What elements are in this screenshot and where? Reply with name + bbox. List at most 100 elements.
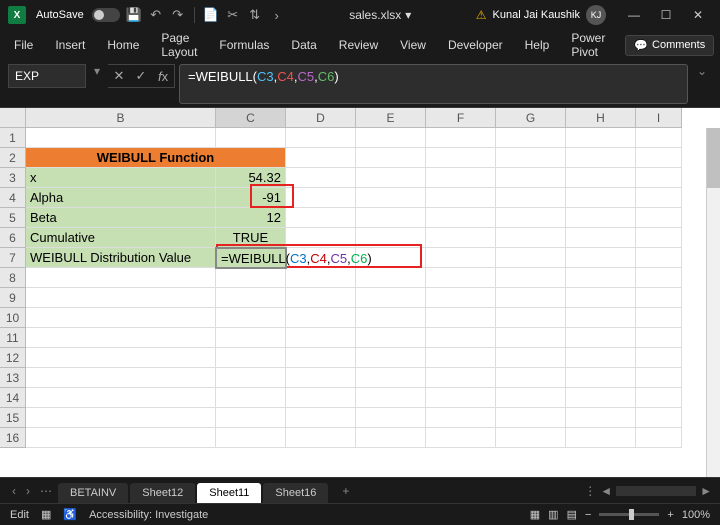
col-header-e[interactable]: E (356, 108, 426, 128)
zoom-slider[interactable] (599, 513, 659, 516)
cell-g8[interactable] (496, 268, 566, 288)
cell-f15[interactable] (426, 408, 496, 428)
cell-h13[interactable] (566, 368, 636, 388)
close-button[interactable]: ✕ (684, 5, 712, 25)
col-header-f[interactable]: F (426, 108, 496, 128)
cell-i2[interactable] (636, 148, 682, 168)
row-header-13[interactable]: 13 (0, 368, 26, 388)
tab-nav-more-icon[interactable]: ⋯ (36, 484, 56, 498)
tab-insert[interactable]: Insert (53, 32, 87, 58)
cell-b16[interactable] (26, 428, 216, 448)
view-page-icon[interactable]: ▤ (567, 508, 577, 521)
row-header-12[interactable]: 12 (0, 348, 26, 368)
cell-f10[interactable] (426, 308, 496, 328)
cell-e8[interactable] (356, 268, 426, 288)
cell-c3[interactable]: 54.32 (216, 168, 286, 188)
cell-i1[interactable] (636, 128, 682, 148)
workbook-stats-icon[interactable]: ▦ (41, 508, 51, 521)
cell-g13[interactable] (496, 368, 566, 388)
cell-c11[interactable] (216, 328, 286, 348)
col-header-g[interactable]: G (496, 108, 566, 128)
cell-e9[interactable] (356, 288, 426, 308)
tab-formulas[interactable]: Formulas (217, 32, 271, 58)
col-header-i[interactable]: I (636, 108, 682, 128)
cell-b2-c2-merged[interactable]: WEIBULL Function (26, 148, 286, 168)
cell-h1[interactable] (566, 128, 636, 148)
cell-g4[interactable] (496, 188, 566, 208)
cell-c1[interactable] (216, 128, 286, 148)
more-icon[interactable]: › (269, 7, 285, 23)
cell-e11[interactable] (356, 328, 426, 348)
zoom-in-icon[interactable]: + (667, 509, 673, 521)
tab-page-layout[interactable]: Page Layout (159, 25, 199, 65)
cell-f3[interactable] (426, 168, 496, 188)
cell-e5[interactable] (356, 208, 426, 228)
scroll-right-icon[interactable]: ► (700, 484, 712, 498)
cell-h11[interactable] (566, 328, 636, 348)
cell-d15[interactable] (286, 408, 356, 428)
cell-d1[interactable] (286, 128, 356, 148)
cell-b14[interactable] (26, 388, 216, 408)
name-box[interactable]: EXP (8, 64, 86, 88)
cell-d12[interactable] (286, 348, 356, 368)
vertical-scrollbar[interactable] (706, 128, 720, 477)
tab-file[interactable]: File (12, 32, 35, 58)
col-header-h[interactable]: H (566, 108, 636, 128)
cell-i5[interactable] (636, 208, 682, 228)
zoom-level[interactable]: 100% (682, 509, 710, 521)
sheet-tab-sheet16[interactable]: Sheet16 (263, 483, 328, 503)
cell-e16[interactable] (356, 428, 426, 448)
cell-f1[interactable] (426, 128, 496, 148)
cell-d2[interactable] (286, 148, 356, 168)
cell-d13[interactable] (286, 368, 356, 388)
cell-g15[interactable] (496, 408, 566, 428)
cell-e10[interactable] (356, 308, 426, 328)
cell-b13[interactable] (26, 368, 216, 388)
comments-button[interactable]: 💬 Comments (625, 35, 714, 56)
tab-data[interactable]: Data (289, 32, 318, 58)
expand-formula-bar-icon[interactable]: ⌄ (692, 64, 712, 78)
col-header-b[interactable]: B (26, 108, 216, 128)
cell-h6[interactable] (566, 228, 636, 248)
cell-e4[interactable] (356, 188, 426, 208)
row-header-16[interactable]: 16 (0, 428, 26, 448)
row-header-9[interactable]: 9 (0, 288, 26, 308)
cell-c6[interactable]: TRUE (216, 228, 286, 248)
cell-c8[interactable] (216, 268, 286, 288)
cell-e12[interactable] (356, 348, 426, 368)
cell-d14[interactable] (286, 388, 356, 408)
touch-mode-icon[interactable]: 📄 (203, 7, 219, 23)
name-box-dropdown-icon[interactable]: ▾ (90, 64, 104, 78)
user-account[interactable]: Kunal Jai Kaushik KJ (493, 5, 606, 25)
cell-b10[interactable] (26, 308, 216, 328)
cell-f9[interactable] (426, 288, 496, 308)
cell-d5[interactable] (286, 208, 356, 228)
cell-h5[interactable] (566, 208, 636, 228)
tab-home[interactable]: Home (105, 32, 141, 58)
cell-c12[interactable] (216, 348, 286, 368)
tab-nav-next-icon[interactable]: › (22, 484, 34, 498)
tab-nav-prev-icon[interactable]: ‹ (8, 484, 20, 498)
cell-g12[interactable] (496, 348, 566, 368)
cell-c15[interactable] (216, 408, 286, 428)
sheet-tab-sheet12[interactable]: Sheet12 (130, 483, 195, 503)
cell-c13[interactable] (216, 368, 286, 388)
view-normal-icon[interactable]: ▥ (548, 508, 558, 521)
cell-g5[interactable] (496, 208, 566, 228)
redo-icon[interactable]: ↷ (170, 7, 186, 23)
cell-d6[interactable] (286, 228, 356, 248)
warning-icon[interactable]: ⚠ (476, 8, 487, 22)
cell-f12[interactable] (426, 348, 496, 368)
cell-d11[interactable] (286, 328, 356, 348)
cell-g9[interactable] (496, 288, 566, 308)
cell-h9[interactable] (566, 288, 636, 308)
row-header-14[interactable]: 14 (0, 388, 26, 408)
tab-view[interactable]: View (398, 32, 428, 58)
cell-c16[interactable] (216, 428, 286, 448)
cell-i10[interactable] (636, 308, 682, 328)
cell-d4[interactable] (286, 188, 356, 208)
maximize-button[interactable]: ☐ (652, 5, 680, 25)
cell-b4[interactable]: Alpha (26, 188, 216, 208)
row-header-5[interactable]: 5 (0, 208, 26, 228)
cell-h2[interactable] (566, 148, 636, 168)
